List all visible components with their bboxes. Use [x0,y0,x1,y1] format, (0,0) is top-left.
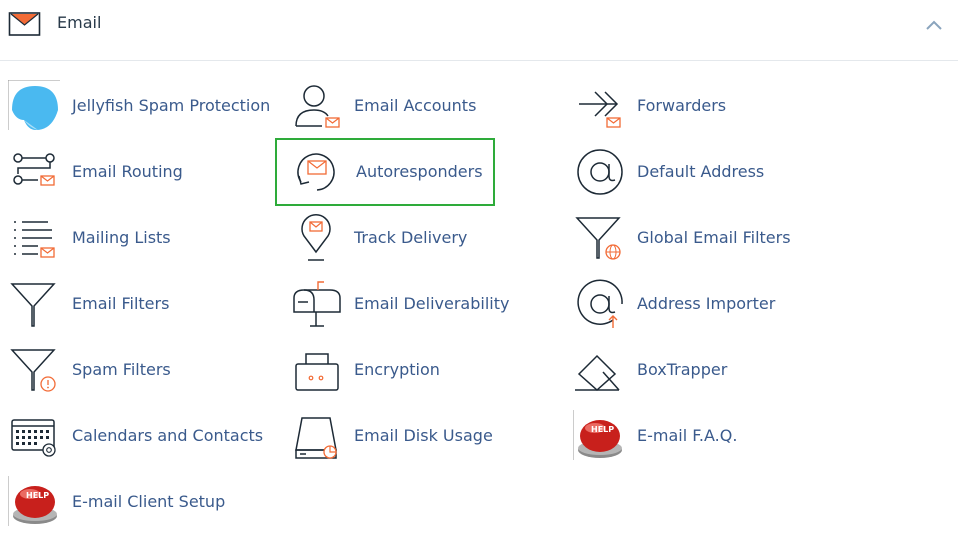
item-label: Global Email Filters [637,228,791,247]
boxtrapper-link[interactable]: BoxTrapper [573,336,843,398]
item-label: Email Disk Usage [354,426,493,445]
item-label: Jellyfish Spam Protection [72,96,271,115]
calendars-contacts-icon [11,419,56,457]
mailing-lists-link[interactable]: Mailing Lists [8,204,278,266]
email-accounts-link[interactable]: Email Accounts [290,72,560,134]
email-deliverability-link[interactable]: Email Deliverability [290,270,560,332]
email-disk-usage-icon [295,417,337,459]
item-label: E-mail F.A.Q. [637,426,738,445]
forwarders-icon [579,91,621,128]
item-label: Email Deliverability [354,294,510,313]
jellyfish-spam-protection-link[interactable]: Jellyfish Spam Protection [8,72,278,134]
track-delivery-icon [301,214,331,261]
default-address-link[interactable]: Default Address [573,138,843,200]
email-faq-link[interactable]: HELP E-mail F.A.Q. [573,402,843,464]
email-routing-icon [13,153,55,186]
item-label: Email Accounts [354,96,477,115]
encryption-icon [295,353,339,391]
svg-text:HELP: HELP [26,491,49,500]
email-routing-link[interactable]: Email Routing [8,138,278,200]
help-button-icon: HELP [8,476,57,526]
help-button-icon: HELP [573,410,622,460]
item-label: E-mail Client Setup [72,492,226,511]
calendars-contacts-link[interactable]: Calendars and Contacts [8,402,278,464]
spam-filters-link[interactable]: Spam Filters [8,336,278,398]
spam-filters-icon [10,349,56,392]
encryption-link[interactable]: Encryption [290,336,560,398]
global-email-filters-link[interactable]: Global Email Filters [573,204,843,266]
email-client-setup-link[interactable]: HELP E-mail Client Setup [8,468,278,530]
email-tools-grid: Jellyfish Spam Protection Email Accounts… [0,62,958,542]
track-delivery-link[interactable]: Track Delivery [290,204,560,266]
envelope-icon [8,12,41,36]
default-address-icon [577,149,623,195]
global-email-filters-icon [575,217,621,260]
panel-title: Email [57,13,102,32]
address-importer-link[interactable]: Address Importer [573,270,843,332]
email-filters-link[interactable]: Email Filters [8,270,278,332]
item-label: Email Routing [72,162,183,181]
svg-text:HELP: HELP [591,425,614,434]
address-importer-icon [577,279,623,328]
item-label: Mailing Lists [72,228,171,247]
boxtrapper-icon [575,354,620,392]
autoresponders-icon [297,153,335,191]
item-label: Calendars and Contacts [72,426,264,445]
item-label: Track Delivery [354,228,468,247]
email-filters-icon [10,283,56,327]
chevron-up-icon[interactable] [922,16,946,36]
item-label: Forwarders [637,96,727,115]
item-label: Spam Filters [72,360,171,379]
panel-header: Email [0,0,958,61]
email-accounts-icon [295,85,340,128]
item-label: Encryption [354,360,440,379]
item-label: BoxTrapper [637,360,728,379]
item-label: Address Importer [637,294,776,313]
item-label: Autoresponders [356,162,483,181]
item-label: Default Address [637,162,765,181]
jellyfish-icon [8,80,60,130]
email-disk-usage-link[interactable]: Email Disk Usage [290,402,560,464]
autoresponders-link[interactable]: Autoresponders [275,138,495,206]
mailing-lists-icon [14,221,55,258]
item-label: Email Filters [72,294,170,313]
email-deliverability-icon [293,281,341,327]
forwarders-link[interactable]: Forwarders [573,72,843,134]
